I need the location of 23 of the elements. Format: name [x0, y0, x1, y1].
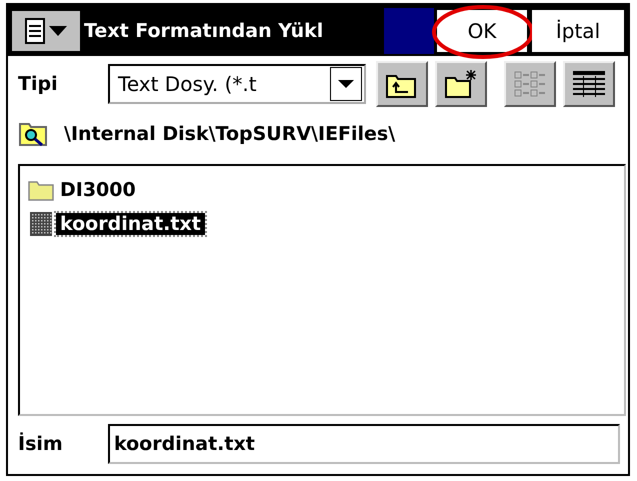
- cancel-button[interactable]: İptal: [532, 10, 624, 52]
- toolbar-button[interactable]: [435, 61, 487, 107]
- type-label: Tipi: [18, 73, 59, 95]
- name-field[interactable]: koordinat.txt: [108, 424, 620, 464]
- new-folder-icon: [443, 68, 479, 100]
- type-dropdown[interactable]: Text Dosy. (*.t: [108, 64, 366, 104]
- toolbar-button[interactable]: [376, 61, 428, 107]
- menu-button[interactable]: [12, 11, 80, 51]
- details-view-icon: [571, 68, 607, 100]
- toolbar-button[interactable]: [563, 61, 615, 107]
- folder-path: \Internal Disk\TopSURV\IEFiles\: [64, 123, 396, 145]
- caret-icon: [48, 25, 68, 37]
- document-icon: [24, 17, 46, 45]
- folder-search-icon: [18, 121, 48, 147]
- name-label: İsim: [18, 433, 64, 455]
- file-item[interactable]: koordinat.txt: [56, 213, 205, 235]
- file-icon: [28, 211, 54, 237]
- file-item[interactable]: DI3000: [56, 179, 140, 201]
- title-block: [384, 8, 434, 54]
- folder-icon: [28, 179, 54, 201]
- caret-icon: [337, 79, 355, 89]
- window-title: Text Formatından Yükl: [83, 20, 324, 42]
- ok-button[interactable]: OK: [437, 10, 527, 52]
